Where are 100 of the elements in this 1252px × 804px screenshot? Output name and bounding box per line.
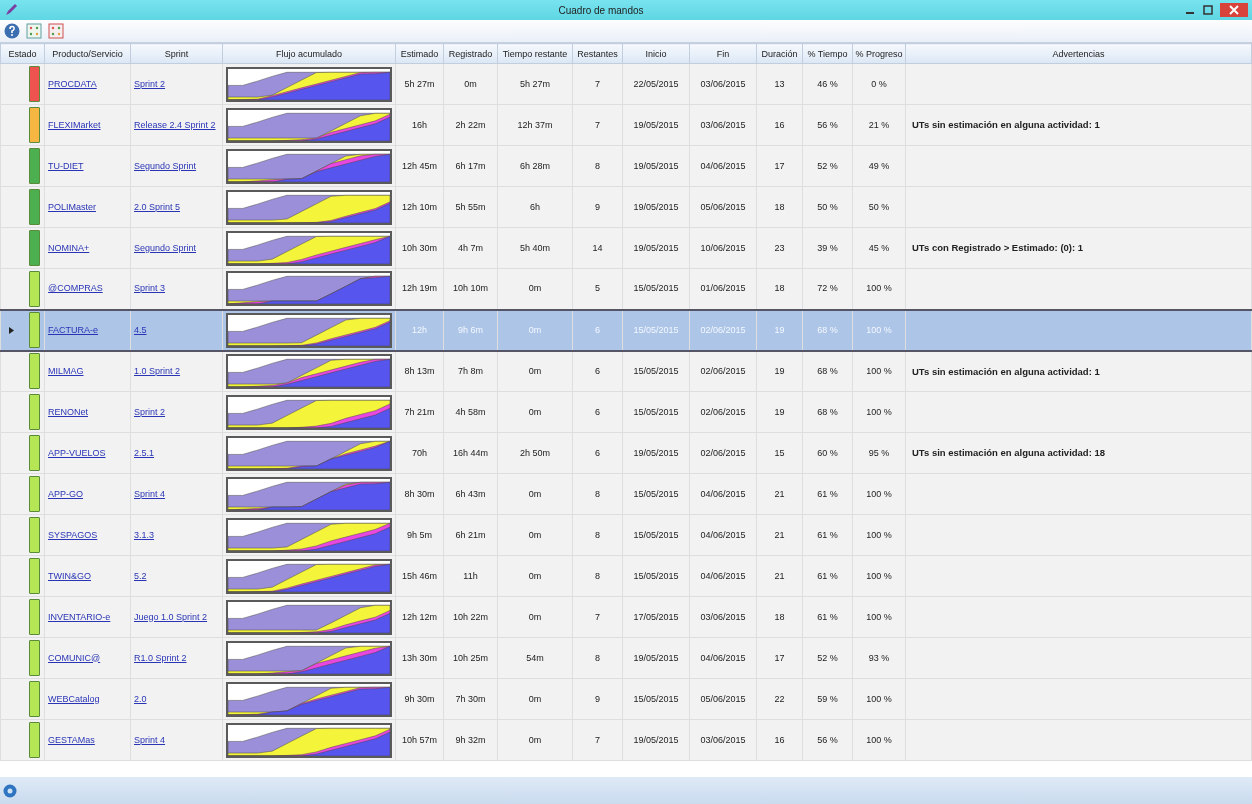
column-header[interactable]: Producto/Servicio	[44, 43, 131, 64]
table-row[interactable]: FLEXIMarket Release 2.4 Sprint 2 16h 2h 22m 12h 37m 7 19/05/2015 03/06/2015 16 56 % 21 % UTs sin estimación en alguna actividad: 1	[0, 104, 1252, 146]
product-link[interactable]: RENONet	[48, 406, 88, 417]
table-cell: 23	[774, 242, 785, 253]
table-cell: 22/05/2015	[633, 78, 679, 89]
product-link[interactable]: FACTURA-e	[48, 324, 98, 335]
table-row[interactable]: RENONet Sprint 2 7h 21m 4h 58m 0m 6 15/05/2015 02/06/2015 19 68 % 100 %	[0, 391, 1252, 433]
table-cell: 0m	[528, 365, 542, 376]
product-link[interactable]: GESTAMas	[48, 734, 95, 745]
product-link[interactable]: WEBCatalog	[48, 693, 100, 704]
sprint-link[interactable]: Sprint 4	[134, 488, 166, 499]
table-cell: 15/05/2015	[633, 529, 679, 540]
table-cell: 8h 13m	[404, 365, 435, 376]
table-row[interactable]: POLIMaster 2.0 Sprint 5 12h 10m 5h 55m 6h 9 19/05/2015 05/06/2015 18 50 % 50 %	[0, 186, 1252, 228]
help-icon[interactable]	[4, 23, 20, 39]
product-link[interactable]: APP-VUELOS	[48, 447, 106, 458]
sprint-link[interactable]: Sprint 2	[134, 406, 166, 417]
table-row[interactable]: GESTAMas Sprint 4 10h 57m 9h 32m 0m 7 19/05/2015 03/06/2015 16 56 % 100 %	[0, 719, 1252, 761]
product-link[interactable]: FLEXIMarket	[48, 119, 101, 130]
table-row[interactable]: INVENTARIO-e Juego 1.0 Sprint 2 12h 12m 10h 22m 0m 7 17/05/2015 03/06/2015 18 61 % 100 %	[0, 596, 1252, 638]
table-cell: 7h 30m	[455, 693, 486, 704]
table-cell: 18	[774, 201, 785, 212]
table-cell: 14	[592, 242, 603, 253]
table-cell: 03/06/2015	[700, 611, 746, 622]
table-cell: 16h	[412, 119, 427, 130]
product-link[interactable]: INVENTARIO-e	[48, 611, 111, 622]
column-header[interactable]: Registrado	[443, 43, 498, 64]
product-link[interactable]: POLIMaster	[48, 201, 96, 212]
table-row[interactable]: PROCDATA Sprint 2 5h 27m 0m 5h 27m 7 22/05/2015 03/06/2015 13 46 % 0 %	[0, 63, 1252, 105]
column-header[interactable]: Sprint	[130, 43, 223, 64]
table-row[interactable]: SYSPAGOS 3.1.3 9h 5m 6h 21m 0m 8 15/05/2015 04/06/2015 21 61 % 100 %	[0, 514, 1252, 556]
sprint-link[interactable]: Sprint 2	[134, 78, 166, 89]
table-cell: 0m	[528, 570, 542, 581]
product-link[interactable]: TWIN&GO	[48, 570, 91, 581]
table-row[interactable]: COMUNIC@ R1.0 Sprint 2 13h 30m 10h 25m 54m 8 19/05/2015 04/06/2015 17 52 % 93 %	[0, 637, 1252, 679]
table-cell: 5h 27m	[520, 78, 550, 89]
product-link[interactable]: MILMAG	[48, 365, 84, 376]
table-row[interactable]: NOMINA+ Segundo Sprint 10h 30m 4h 7m 5h 40m 14 19/05/2015 10/06/2015 23 39 % 45 % UTs con Registrado > Estimado: (0): 1	[0, 227, 1252, 269]
sprint-link[interactable]: 4.5	[134, 324, 147, 335]
table-row[interactable]: MILMAG 1.0 Sprint 2 8h 13m 7h 8m 0m 6 15/05/2015 02/06/2015 19 68 % 100 % UTs sin estimación en alguna actividad: 1	[0, 350, 1252, 392]
sprint-link[interactable]: Sprint 4	[134, 734, 166, 745]
column-header[interactable]: Advertencias	[905, 43, 1252, 64]
sprint-link[interactable]: 3.1.3	[134, 529, 155, 540]
table-cell: 7	[595, 119, 600, 130]
table-cell: 68 %	[817, 365, 838, 376]
table-row[interactable]: APP-GO Sprint 4 8h 30m 6h 43m 0m 8 15/05/2015 04/06/2015 21 61 % 100 %	[0, 473, 1252, 515]
table-row[interactable]: FACTURA-e 4.5 12h 9h 6m 0m 6 15/05/2015 02/06/2015 19 68 % 100 %	[0, 309, 1252, 351]
table-row[interactable]: @COMPRAS Sprint 3 12h 19m 10h 10m 0m 5 15/05/2015 01/06/2015 18 72 % 100 %	[0, 268, 1252, 310]
table-cell: 100 %	[866, 283, 892, 294]
sprint-link[interactable]: 2.0	[134, 693, 147, 704]
column-header[interactable]: Estado	[0, 43, 45, 64]
product-link[interactable]: APP-GO	[48, 488, 83, 499]
product-link[interactable]: PROCDATA	[48, 78, 97, 89]
table-row[interactable]: TU-DIET Segundo Sprint 12h 45m 6h 17m 6h 28m 8 19/05/2015 04/06/2015 17 52 % 49 %	[0, 145, 1252, 187]
product-link[interactable]: COMUNIC@	[48, 652, 101, 663]
table-cell: 70h	[412, 447, 427, 458]
column-header[interactable]: Inicio	[622, 43, 690, 64]
sprint-link[interactable]: 1.0 Sprint 2	[134, 365, 181, 376]
grid-icon[interactable]	[26, 23, 42, 39]
grid-icon[interactable]	[48, 23, 64, 39]
table-cell: 6	[595, 365, 600, 376]
column-header[interactable]: Estimado	[395, 43, 444, 64]
sprint-link[interactable]: 2.5.1	[134, 447, 155, 458]
column-header[interactable]: Fin	[689, 43, 757, 64]
table-cell: 15/05/2015	[633, 283, 679, 294]
product-link[interactable]: NOMINA+	[48, 242, 90, 253]
table-cell: 6	[595, 447, 600, 458]
table-cell: 4h 58m	[455, 406, 486, 417]
table-cell: 6h	[530, 201, 540, 212]
product-link[interactable]: TU-DIET	[48, 160, 84, 171]
column-header[interactable]: Tiempo restante	[497, 43, 573, 64]
sprint-link[interactable]: Segundo Sprint	[134, 242, 197, 253]
table-cell: 12h	[412, 324, 427, 335]
table-cell: 93 %	[868, 652, 890, 663]
table-cell: 5	[595, 283, 600, 294]
window-title: Cuadro de mandos	[557, 4, 645, 16]
sprint-link[interactable]: Segundo Sprint	[134, 160, 197, 171]
sprint-link[interactable]: Sprint 3	[134, 283, 166, 294]
table-cell: 15/05/2015	[633, 365, 679, 376]
table-cell: 19	[774, 406, 785, 417]
column-header[interactable]: Restantes	[572, 43, 623, 64]
sprint-link[interactable]: 2.0 Sprint 5	[134, 201, 181, 212]
maximize-icon[interactable]	[1202, 4, 1214, 16]
warning-text: UTs con Registrado > Estimado: (0): 1	[912, 242, 1084, 254]
table-row[interactable]: TWIN&GO 5.2 15h 46m 11h 0m 8 15/05/2015 04/06/2015 21 61 % 100 %	[0, 555, 1252, 597]
column-header[interactable]: % Progreso	[852, 43, 906, 64]
column-header[interactable]: Duración	[756, 43, 803, 64]
close-icon[interactable]	[1220, 3, 1248, 17]
table-cell: 05/06/2015	[700, 201, 746, 212]
table-cell: 03/06/2015	[700, 119, 746, 130]
table-row[interactable]: WEBCatalog 2.0 9h 30m 7h 30m 0m 9 15/05/2015 05/06/2015 22 59 % 100 %	[0, 678, 1252, 720]
product-link[interactable]: SYSPAGOS	[48, 529, 98, 540]
sprint-link[interactable]: 5.2	[134, 570, 147, 581]
column-header[interactable]: % Tiempo	[802, 43, 853, 64]
column-header[interactable]: Flujo acumulado	[222, 43, 396, 64]
table-cell: 0m	[528, 324, 542, 335]
table-cell: 04/06/2015	[700, 652, 746, 663]
table-row[interactable]: APP-VUELOS 2.5.1 70h 16h 44m 2h 50m 6 19/05/2015 02/06/2015 15 60 % 95 % UTs sin estimación en alguna actividad: 18	[0, 432, 1252, 474]
product-link[interactable]: @COMPRAS	[48, 283, 103, 294]
sprint-link[interactable]: R1.0 Sprint 2	[134, 652, 187, 663]
